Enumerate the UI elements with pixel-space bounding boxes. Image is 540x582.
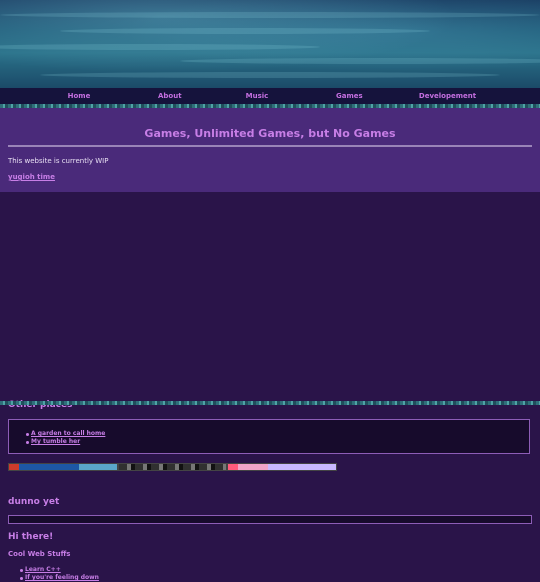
decorative-border (0, 401, 540, 405)
stamp-image (118, 463, 227, 471)
top-navigation: Home About Music Games Developement (0, 88, 540, 104)
nav-developement-link[interactable]: Developement (355, 92, 540, 100)
links-box: A garden to call home My tumble her (8, 419, 530, 454)
stamp-image (227, 463, 337, 471)
ocean-header-image (0, 0, 540, 88)
list-item: My tumble her (25, 438, 105, 446)
wip-notice: This website is currently WIP (8, 157, 109, 165)
stamp-image (8, 463, 118, 471)
list-item: If you're feeling down (20, 574, 99, 582)
nav-home-link[interactable]: Home (0, 92, 158, 100)
list-item: A garden to call home (25, 430, 105, 438)
nav-music-link[interactable]: Music (178, 92, 336, 100)
empty-box (8, 515, 532, 524)
feeling-down-link[interactable]: If you're feeling down (25, 574, 99, 581)
dunno-heading: dunno yet (8, 497, 60, 507)
learn-cpp-link[interactable]: Learn C++ (25, 566, 61, 573)
yugioh-link[interactable]: yugioh time (8, 173, 55, 181)
site-title: Games, Unlimited Games, but No Games (144, 127, 396, 140)
nav-games-link[interactable]: Games (336, 92, 363, 100)
hi-heading: Hi there! (8, 532, 54, 542)
nav-about-link[interactable]: About (158, 92, 182, 100)
tumble-link[interactable]: My tumble her (31, 438, 80, 445)
title-divider (8, 145, 532, 147)
list-item: Learn C++ (20, 566, 99, 574)
web-stuff-list: Learn C++ If you're feeling down (20, 566, 99, 582)
intro-section: Games, Unlimited Games, but No Games Thi… (0, 108, 540, 192)
stamps-row (8, 463, 337, 471)
web-stuff-heading: Cool Web Stuffs (8, 550, 71, 558)
main-content: Other places A garden to call home My tu… (0, 192, 540, 581)
other-places-list: A garden to call home My tumble her (25, 430, 105, 446)
garden-link[interactable]: A garden to call home (31, 430, 105, 437)
